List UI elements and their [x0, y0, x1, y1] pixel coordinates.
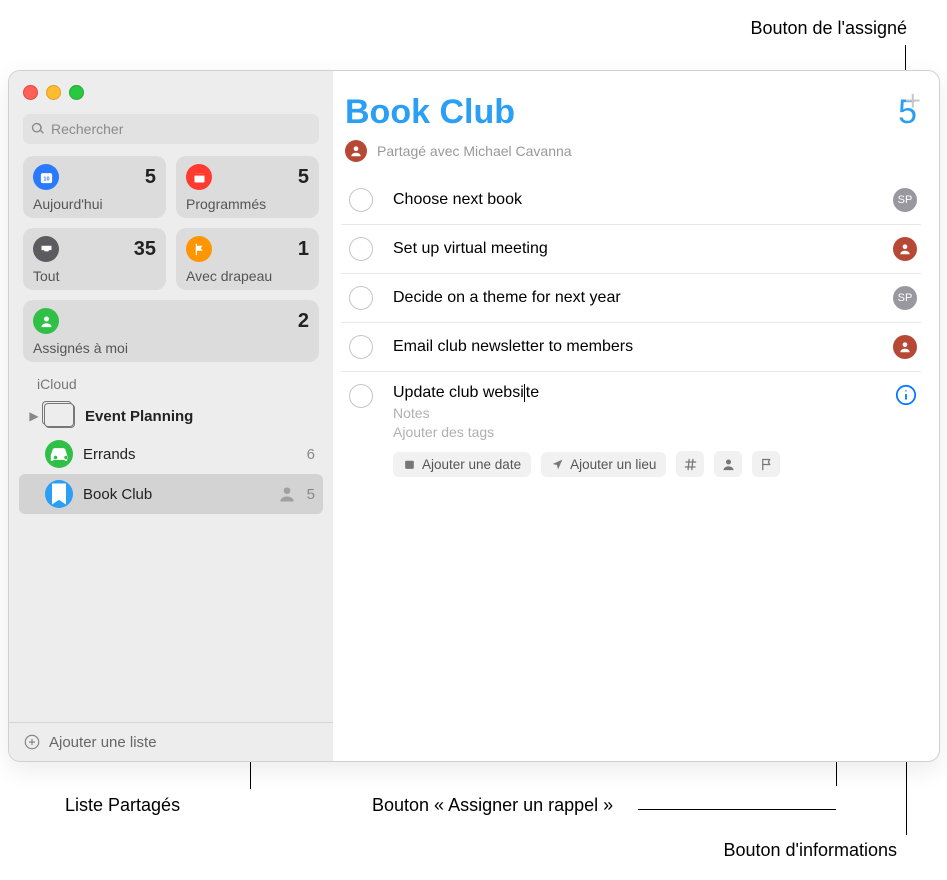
flag-button[interactable] — [752, 451, 780, 477]
list-errands[interactable]: Errands 6 — [19, 434, 323, 474]
list-count: 5 — [301, 486, 315, 503]
shared-list-icon — [277, 484, 297, 504]
tray-icon — [33, 236, 59, 262]
search-input[interactable]: Rechercher — [23, 114, 319, 144]
close-window-button[interactable] — [23, 85, 38, 100]
smart-today-label: Aujourd'hui — [33, 196, 156, 212]
search-placeholder: Rechercher — [51, 121, 123, 137]
callout-shared-list: Liste Partagés — [65, 795, 180, 816]
list-header: Book Club 5 — [341, 87, 921, 132]
completion-radio[interactable] — [349, 188, 373, 212]
account-label: iCloud — [9, 372, 333, 396]
completion-radio[interactable] — [349, 286, 373, 310]
group-stack-icon — [45, 404, 75, 428]
completion-radio[interactable] — [349, 384, 373, 408]
add-reminder-button[interactable]: + — [905, 85, 921, 117]
task-list: Choose next book SP Set up virtual meeti… — [341, 176, 921, 761]
user-lists: ▶ Event Planning Errands 6 Book Club 5 — [9, 396, 333, 516]
smart-assigned[interactable]: 2 Assignés à moi — [23, 300, 319, 362]
title-text-after: te — [526, 384, 539, 401]
calendar-icon — [186, 164, 212, 190]
smart-flagged-label: Avec drapeau — [186, 268, 309, 284]
add-tag-button[interactable] — [676, 451, 704, 477]
info-button[interactable] — [895, 384, 917, 406]
add-location-chip[interactable]: Ajouter un lieu — [541, 452, 666, 477]
bookmark-icon — [45, 480, 73, 508]
task-title-input[interactable]: Update club website — [393, 384, 895, 402]
tags-field[interactable]: Ajouter des tags — [393, 424, 895, 440]
smart-today-count: 5 — [145, 166, 156, 189]
callout-assign-reminder: Bouton « Assigner un rappel » — [372, 795, 613, 816]
assignee-badge[interactable]: SP — [893, 286, 917, 310]
location-icon — [551, 458, 564, 471]
callout-info-button: Bouton d'informations — [723, 840, 897, 861]
person-icon — [33, 308, 59, 334]
calendar-icon — [403, 458, 416, 471]
callout-assignee-button: Bouton de l'assigné — [750, 18, 907, 39]
task-row[interactable]: Email club newsletter to members — [341, 323, 921, 372]
car-icon — [45, 440, 73, 468]
smart-scheduled-count: 5 — [298, 166, 309, 189]
smart-assigned-label: Assignés à moi — [33, 340, 309, 356]
plus-circle-icon — [23, 733, 41, 751]
avatar — [345, 140, 367, 162]
list-name: Errands — [83, 446, 301, 463]
assign-button[interactable] — [714, 451, 742, 477]
svg-text:10: 10 — [43, 176, 49, 182]
smart-lists: 10 5 Aujourd'hui 5 Programmés — [9, 156, 333, 372]
smart-all-count: 35 — [134, 238, 156, 261]
flag-icon — [186, 236, 212, 262]
reminders-window: Rechercher 10 5 Aujourd'hui 5 — [8, 70, 940, 762]
calendar-today-icon: 10 — [33, 164, 59, 190]
shared-info[interactable]: Partagé avec Michael Cavanna — [341, 132, 921, 176]
task-title: Choose next book — [393, 191, 893, 209]
chevron-right-icon[interactable]: ▶ — [27, 409, 41, 423]
smart-flagged[interactable]: 1 Avec drapeau — [176, 228, 319, 290]
window-controls — [9, 71, 333, 110]
completion-radio[interactable] — [349, 335, 373, 359]
smart-assigned-count: 2 — [298, 310, 309, 333]
list-name: Event Planning — [85, 408, 315, 425]
smart-all[interactable]: 35 Tout — [23, 228, 166, 290]
notes-field[interactable]: Notes — [393, 405, 895, 421]
chip-label: Ajouter un lieu — [570, 457, 656, 472]
callout-line — [638, 809, 836, 810]
list-event-planning[interactable]: ▶ Event Planning — [19, 398, 323, 434]
list-count: 6 — [301, 446, 315, 463]
list-title: Book Club — [345, 93, 515, 132]
task-row[interactable]: Set up virtual meeting — [341, 225, 921, 274]
person-icon — [721, 457, 736, 472]
assignee-badge[interactable]: SP — [893, 188, 917, 212]
smart-scheduled[interactable]: 5 Programmés — [176, 156, 319, 218]
assignee-badge[interactable] — [893, 237, 917, 261]
task-row[interactable]: Choose next book SP — [341, 176, 921, 225]
zoom-window-button[interactable] — [69, 85, 84, 100]
assignee-badge[interactable] — [893, 335, 917, 359]
title-text-before: Update club websi — [393, 384, 524, 401]
chip-label: Ajouter une date — [422, 457, 521, 472]
smart-today[interactable]: 10 5 Aujourd'hui — [23, 156, 166, 218]
sidebar: Rechercher 10 5 Aujourd'hui 5 — [9, 71, 333, 761]
quick-actions: Ajouter une date Ajouter un lieu — [393, 451, 895, 477]
task-title: Email club newsletter to members — [393, 338, 893, 356]
add-list-label: Ajouter une liste — [49, 734, 157, 751]
list-name: Book Club — [83, 486, 277, 503]
add-list-button[interactable]: Ajouter une liste — [9, 722, 333, 761]
list-book-club[interactable]: Book Club 5 — [19, 474, 323, 514]
search-icon — [31, 122, 45, 136]
smart-all-label: Tout — [33, 268, 156, 284]
task-title: Set up virtual meeting — [393, 240, 893, 258]
smart-flagged-count: 1 — [298, 238, 309, 261]
shared-text: Partagé avec Michael Cavanna — [377, 143, 572, 159]
hash-icon — [683, 457, 698, 472]
add-date-chip[interactable]: Ajouter une date — [393, 452, 531, 477]
task-row[interactable]: Decide on a theme for next year SP — [341, 274, 921, 323]
task-title: Decide on a theme for next year — [393, 289, 893, 307]
flag-icon — [759, 457, 774, 472]
task-row-editing[interactable]: Update club website Notes Ajouter des ta… — [341, 372, 921, 489]
smart-scheduled-label: Programmés — [186, 196, 309, 212]
minimize-window-button[interactable] — [46, 85, 61, 100]
completion-radio[interactable] — [349, 237, 373, 261]
main-content: + Book Club 5 Partagé avec Michael Cavan… — [333, 71, 939, 761]
